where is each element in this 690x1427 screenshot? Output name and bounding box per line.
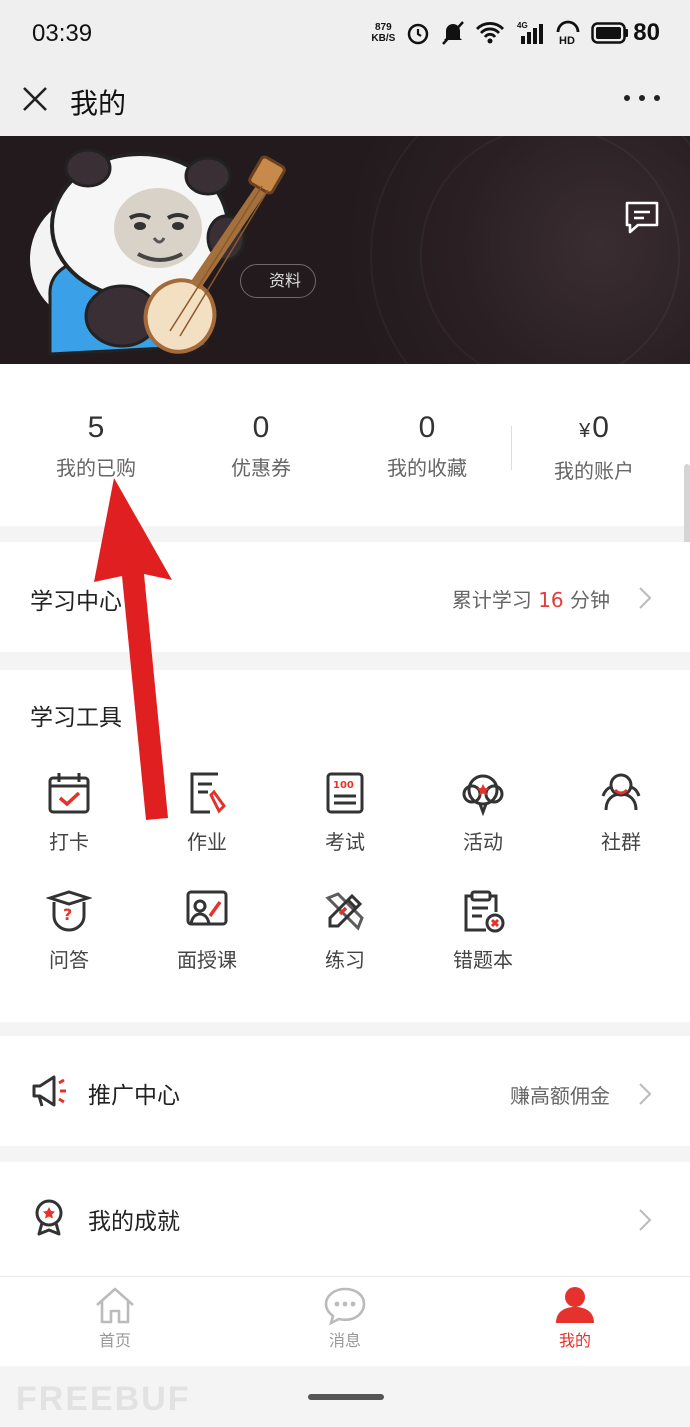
- message-icon: [324, 1287, 366, 1325]
- network-speed: 879 KB/S: [371, 22, 396, 44]
- hd-call-icon: HD: [556, 20, 580, 46]
- achievement-row[interactable]: 我的成就: [0, 1162, 690, 1276]
- classroom-icon: [186, 890, 228, 926]
- promotion-hint: 赚高额佣金: [510, 1084, 610, 1108]
- stat-value: 5: [87, 411, 105, 444]
- tool-exam[interactable]: 100 考试: [276, 770, 414, 855]
- community-icon: [601, 773, 641, 811]
- achievement-title: 我的成就: [88, 1209, 180, 1235]
- svg-text:100: 100: [333, 780, 354, 791]
- close-icon[interactable]: [20, 84, 50, 114]
- more-dot-icon: [654, 95, 660, 101]
- study-time-summary: 累计学习 16 分钟: [451, 588, 610, 612]
- tool-label: 错题本: [453, 948, 513, 972]
- account-balance: 0: [592, 411, 609, 444]
- medal-icon: [35, 1199, 63, 1236]
- megaphone-icon: [32, 1075, 66, 1107]
- tool-label: 社群: [601, 830, 641, 854]
- panda-sticker-image: [48, 148, 286, 356]
- bottom-tab-bar: 首页 消息 我的: [0, 1276, 690, 1366]
- tool-label: 考试: [325, 830, 365, 854]
- profile-icon: [556, 1287, 594, 1323]
- promotion-center-title: 推广中心: [88, 1083, 180, 1109]
- tool-qa[interactable]: ? 问答: [0, 888, 138, 973]
- qa-icon: ?: [46, 890, 92, 932]
- battery-icon: [591, 22, 629, 44]
- status-icons: 879 KB/S 4G HD 80: [371, 19, 660, 47]
- watermark: FREEBUF: [16, 1380, 191, 1418]
- mute-icon: [442, 21, 465, 45]
- svg-text:4G: 4G: [517, 21, 528, 30]
- tool-label: 问答: [49, 948, 89, 972]
- status-time: 03:39: [32, 20, 93, 47]
- wifi-icon: [476, 22, 505, 44]
- study-minutes: 16: [538, 588, 564, 612]
- stat-coupons[interactable]: 0 优惠券: [175, 408, 347, 481]
- battery: 80: [591, 19, 660, 47]
- tool-community[interactable]: 社群: [552, 770, 690, 855]
- chevron-right-icon: [639, 1083, 652, 1105]
- home-indicator[interactable]: [308, 1394, 384, 1400]
- stat-value: 0: [252, 411, 270, 444]
- practice-icon: [325, 892, 364, 931]
- tool-activity[interactable]: 活动: [414, 770, 552, 855]
- tab-profile[interactable]: 我的: [515, 1285, 635, 1351]
- tab-home[interactable]: 首页: [55, 1285, 175, 1351]
- chevron-right-icon: [639, 1209, 652, 1231]
- tool-practice[interactable]: 练习: [276, 888, 414, 973]
- promotion-center-row[interactable]: 推广中心 赚高额佣金: [0, 1036, 690, 1146]
- more-dot-icon: [624, 95, 630, 101]
- tool-label: 练习: [325, 948, 365, 972]
- stat-value: 0: [418, 411, 436, 444]
- svg-text:HD: HD: [559, 35, 575, 46]
- chat-icon[interactable]: [624, 200, 660, 234]
- status-bar: 03:39 879 KB/S 4G HD 80: [0, 0, 690, 70]
- profile-header: 资料: [0, 136, 690, 364]
- decorative-ring: [420, 136, 680, 364]
- tab-label: 首页: [98, 1331, 131, 1350]
- chevron-right-icon: [639, 587, 652, 609]
- gesture-area: FREEBUF: [0, 1366, 690, 1427]
- activity-icon: [462, 774, 504, 816]
- tool-label: 活动: [463, 830, 503, 854]
- stat-account[interactable]: ¥0 我的账户: [508, 408, 680, 484]
- page-title: 我的: [70, 87, 127, 120]
- currency-symbol: ¥: [579, 420, 591, 442]
- svg-text:?: ?: [63, 905, 72, 924]
- tool-label: 面授课: [177, 948, 237, 972]
- more-menu-button[interactable]: [624, 88, 660, 108]
- home-icon: [96, 1287, 134, 1324]
- stat-favorites[interactable]: 0 我的收藏: [341, 408, 513, 481]
- exam-icon: 100: [326, 772, 364, 814]
- stat-label: 优惠券: [231, 456, 291, 480]
- stat-label: 我的收藏: [387, 456, 467, 480]
- tool-label: 打卡: [49, 830, 89, 854]
- mistake-book-icon: [464, 890, 505, 933]
- tool-mistake-book[interactable]: 错题本: [414, 888, 552, 973]
- tab-label: 消息: [328, 1331, 361, 1350]
- stat-label: 我的账户: [554, 459, 634, 483]
- more-dot-icon: [639, 95, 645, 101]
- tab-messages[interactable]: 消息: [285, 1285, 405, 1351]
- alarm-icon: [408, 23, 429, 45]
- signal-icon: 4G: [517, 21, 544, 44]
- stat-value: ¥0: [508, 408, 680, 451]
- battery-level: 80: [633, 19, 660, 46]
- red-arrow-annotation: [94, 478, 172, 820]
- nav-bar: 我的: [0, 70, 690, 136]
- tool-label: 作业: [187, 830, 227, 854]
- tool-classroom[interactable]: 面授课: [138, 888, 276, 973]
- tab-label: 我的: [558, 1331, 591, 1350]
